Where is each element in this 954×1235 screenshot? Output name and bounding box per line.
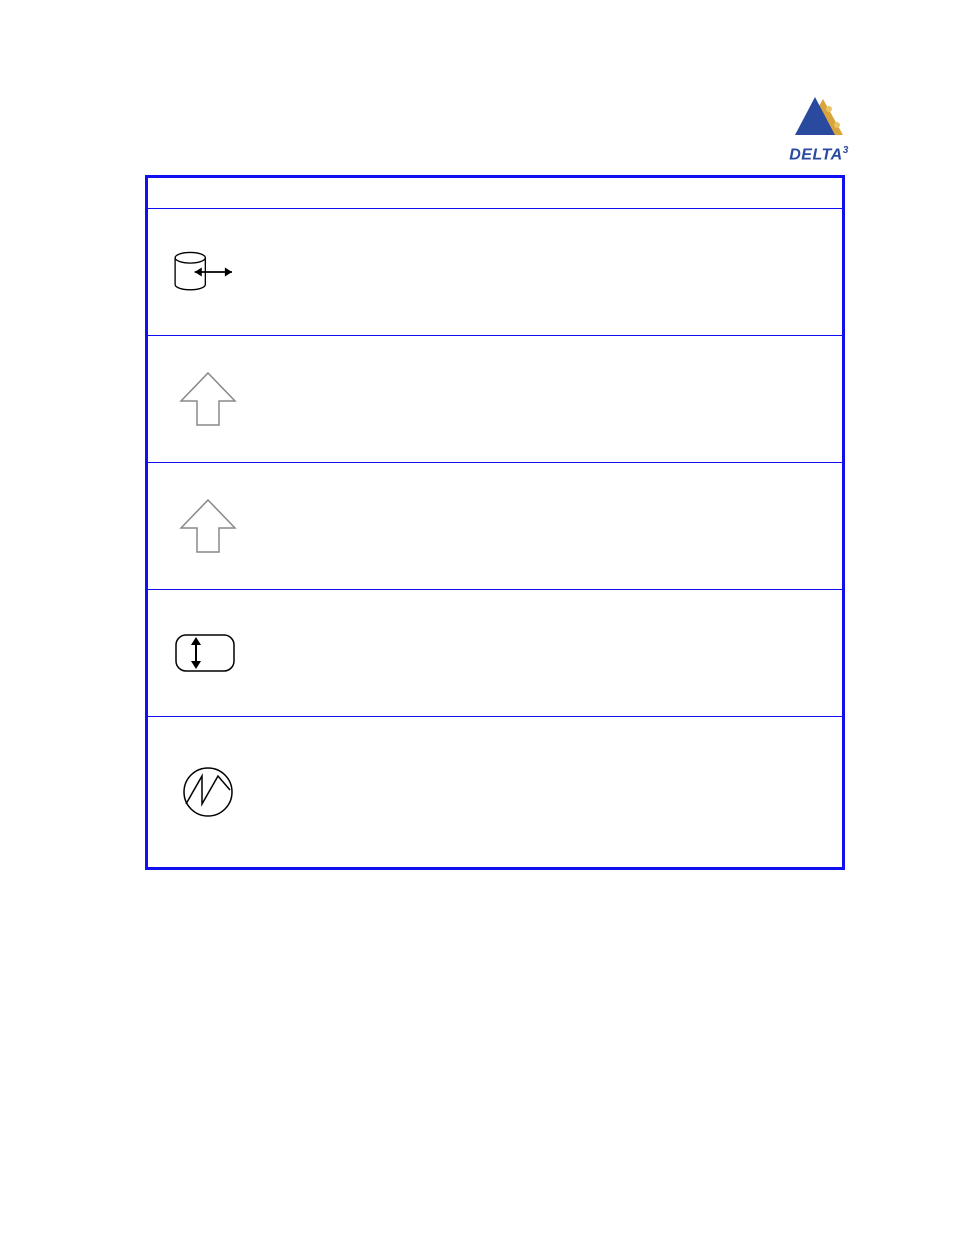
brand-logo: DELTA3	[779, 95, 859, 164]
symbol-table	[145, 175, 845, 870]
table-header-row	[148, 178, 842, 209]
cylinder-output-icon	[168, 242, 248, 302]
arrow-up-outline-icon	[168, 369, 248, 429]
table-row	[148, 463, 842, 590]
arrow-up-outline-icon	[168, 496, 248, 556]
document-page: DELTA3	[0, 0, 954, 1235]
brand-name: DELTA3	[779, 145, 859, 164]
circle-sawtooth-icon	[168, 762, 248, 822]
brand-superscript: 3	[843, 145, 849, 156]
table-row	[148, 209, 842, 336]
table-row	[148, 336, 842, 463]
delta-triangle-icon	[789, 95, 849, 143]
table-row	[148, 717, 842, 867]
brand-name-text: DELTA	[789, 146, 842, 163]
table-row	[148, 590, 842, 717]
rounded-rect-updown-icon	[168, 623, 248, 683]
